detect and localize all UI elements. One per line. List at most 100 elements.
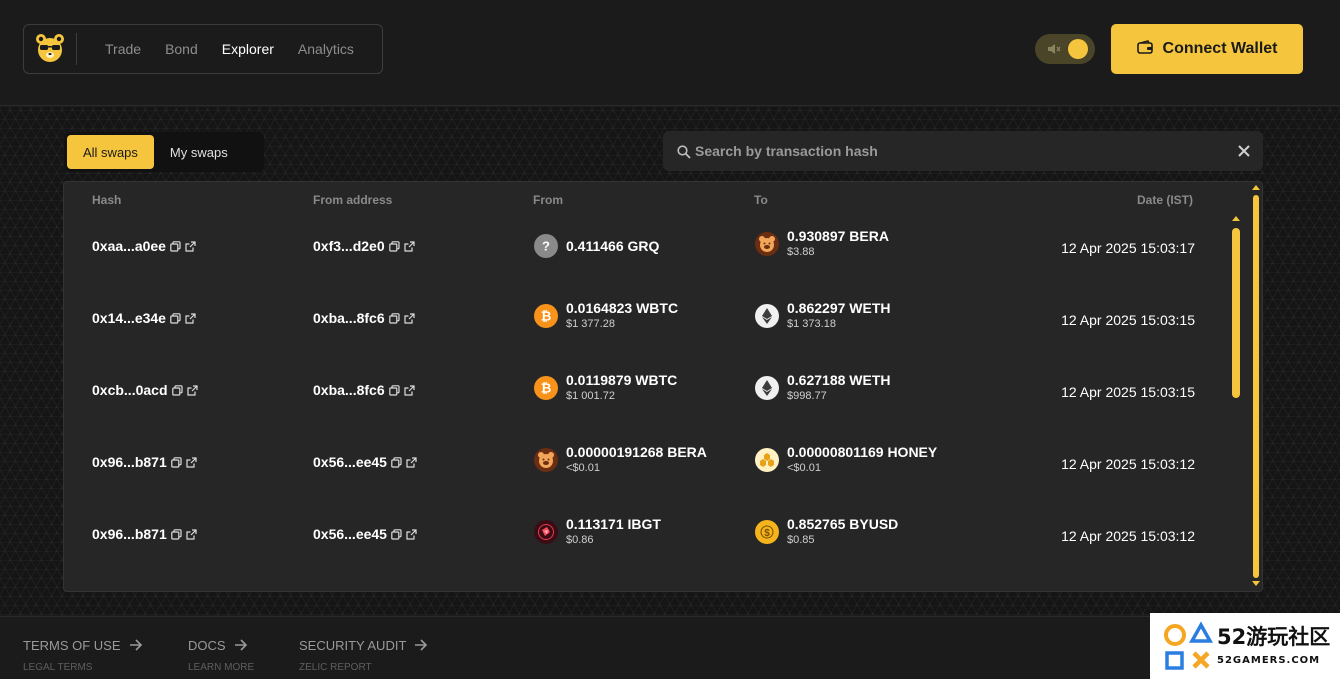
tx-hash[interactable]: 0x14...e34e (92, 310, 166, 326)
swaps-table: Hash From address From To Date (IST) 0xa… (63, 181, 1263, 592)
footer-link-title: TERMS OF USE (23, 638, 121, 653)
copy-icon[interactable] (170, 312, 181, 324)
copy-icon[interactable] (170, 240, 181, 252)
table-row: 0x96...b871 0x56...ee45 0.00000191268 BE… (64, 426, 1224, 498)
tx-hash[interactable]: 0xaa...a0ee (92, 238, 166, 254)
footer-link-title: DOCS (188, 638, 226, 653)
copy-icon[interactable] (388, 240, 400, 252)
swap-date: 12 Apr 2025 15:03:15 (1061, 384, 1195, 400)
copy-icon[interactable] (391, 456, 402, 468)
swap-tabs: All swaps My swaps (64, 132, 264, 172)
clear-search-icon[interactable] (1237, 143, 1251, 162)
from-amount: 0.0164823 WBTC (566, 300, 679, 316)
svg-text:₿: ₿ (541, 309, 552, 323)
connect-wallet-label: Connect Wallet (1162, 40, 1278, 57)
nav-divider (76, 33, 77, 65)
from-address[interactable]: 0xba...8fc6 (313, 382, 385, 398)
from-amount: 0.0119879 WBTC (566, 372, 678, 388)
from-address[interactable]: 0x56...ee45 (313, 526, 387, 542)
panel-scrollbar[interactable] (1250, 183, 1262, 590)
column-header-from: From (533, 193, 563, 207)
scroll-down-icon[interactable] (1252, 581, 1260, 586)
connect-wallet-button[interactable]: Connect Wallet (1111, 24, 1303, 74)
table-scrollbar[interactable] (1229, 212, 1243, 588)
footer-link-terms[interactable]: TERMS OF USE (23, 636, 143, 655)
swap-date: 12 Apr 2025 15:03:12 (1061, 456, 1195, 472)
external-link-icon[interactable] (185, 240, 196, 252)
weth-icon (755, 303, 779, 328)
from-address[interactable]: 0x56...ee45 (313, 454, 387, 470)
scrollbar-thumb[interactable] (1232, 228, 1240, 398)
scrollbar-thumb[interactable] (1253, 195, 1259, 578)
external-link-icon[interactable] (404, 240, 415, 252)
external-link-icon[interactable] (186, 456, 197, 468)
nav-trade[interactable]: Trade (105, 41, 141, 57)
copy-icon[interactable] (388, 384, 400, 396)
scroll-up-icon[interactable] (1252, 185, 1260, 190)
from-address[interactable]: 0xf3...d2e0 (313, 238, 385, 254)
column-header-hash: Hash (92, 193, 122, 207)
table-row: 0xcb...0acd 0xba...8fc6 ₿ 0.0119879 WBTC… (64, 354, 1224, 426)
from-amount: 0.00000191268 BERA (566, 444, 707, 460)
copy-icon[interactable] (171, 384, 183, 396)
ibgt-icon (534, 519, 558, 544)
to-amount: 0.627188 WETH (787, 372, 891, 388)
external-link-icon[interactable] (406, 456, 417, 468)
tx-hash[interactable]: 0xcb...0acd (92, 382, 168, 398)
to-amount: 0.00000801169 HONEY (787, 444, 938, 460)
tx-hash[interactable]: 0x96...b871 (92, 526, 167, 542)
bera-icon (534, 447, 558, 472)
nav-explorer[interactable]: Explorer (222, 41, 274, 57)
from-amount: 0.411466 GRQ (566, 237, 660, 254)
footer-link-security-audit[interactable]: SECURITY AUDIT (299, 636, 428, 655)
from-usd-value: $1 001.72 (566, 390, 615, 402)
search-input[interactable] (695, 131, 1215, 171)
external-link-icon[interactable] (404, 384, 415, 396)
footer-link-subtitle: ZELIC REPORT (299, 662, 372, 673)
wallet-icon (1136, 39, 1153, 59)
to-usd-value: $998.77 (787, 390, 827, 402)
wbtc-icon: ₿ (534, 375, 558, 400)
tx-hash[interactable]: 0x96...b871 (92, 454, 167, 470)
column-header-from-address: From address (313, 193, 393, 207)
to-amount: 0.862297 WETH (787, 300, 891, 316)
nav-bond[interactable]: Bond (165, 41, 198, 57)
external-link-icon[interactable] (406, 528, 417, 540)
watermark-text: 52游玩社区 (1217, 625, 1331, 649)
copy-icon[interactable] (388, 312, 400, 324)
watermark-subtext: 52GAMERS.COM (1217, 655, 1321, 666)
to-usd-value: $0.85 (787, 534, 815, 546)
scroll-up-icon[interactable] (1232, 216, 1240, 221)
footer-link-docs[interactable]: DOCS (188, 636, 248, 655)
arrow-right-icon (129, 636, 143, 655)
bear-logo-icon[interactable] (24, 25, 76, 73)
external-link-icon[interactable] (185, 312, 196, 324)
main-nav: Trade Bond Explorer Analytics (23, 24, 383, 74)
column-header-to: To (754, 193, 768, 207)
gamepad-buttons-icon (1162, 621, 1214, 677)
sound-toggle[interactable] (1035, 34, 1095, 64)
copy-icon[interactable] (170, 456, 182, 468)
swap-date: 12 Apr 2025 15:03:17 (1061, 240, 1195, 256)
bera-icon (755, 231, 779, 256)
toggle-knob (1068, 39, 1088, 59)
header: Trade Bond Explorer Analytics Connect Wa… (0, 0, 1340, 106)
to-usd-value: <$0.01 (787, 462, 821, 474)
table-row: 0xaa...a0ee 0xf3...d2e0 ? 0.411466 GRQ 0… (64, 210, 1224, 282)
swap-date: 12 Apr 2025 15:03:15 (1061, 312, 1195, 328)
copy-icon[interactable] (391, 528, 402, 540)
from-address[interactable]: 0xba...8fc6 (313, 310, 385, 326)
copy-icon[interactable] (170, 528, 182, 540)
footer: TERMS OF USE LEGAL TERMS DOCS LEARN MORE… (0, 616, 1340, 679)
table-row: 0x14...e34e 0xba...8fc6 ₿ 0.0164823 WBTC… (64, 282, 1224, 354)
swap-date: 12 Apr 2025 15:03:12 (1061, 528, 1195, 544)
footer-link-subtitle: LEARN MORE (188, 662, 255, 673)
external-link-icon[interactable] (186, 528, 197, 540)
external-link-icon[interactable] (404, 312, 415, 324)
tab-all-swaps[interactable]: All swaps (67, 135, 154, 169)
tab-my-swaps[interactable]: My swaps (154, 135, 244, 169)
nav-analytics[interactable]: Analytics (298, 41, 354, 57)
to-amount: 0.930897 BERA (787, 228, 889, 244)
unknown-token-icon: ? (534, 234, 558, 258)
external-link-icon[interactable] (186, 384, 198, 396)
